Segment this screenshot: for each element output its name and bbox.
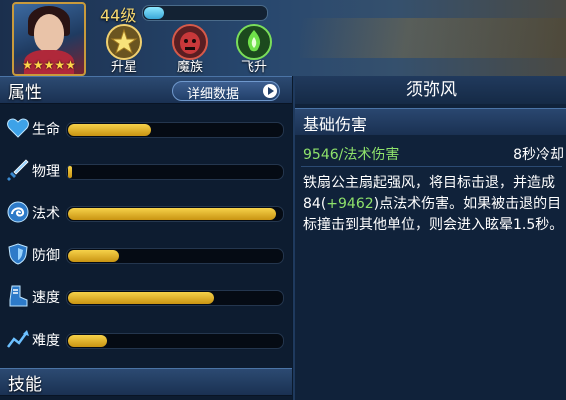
- attr-row-speed: 速度: [0, 281, 292, 311]
- skill-damage: 9546/法术伤害: [303, 147, 400, 163]
- star-upgrade-icon[interactable]: [106, 24, 142, 60]
- detail-data-label: 详细数据: [187, 87, 240, 102]
- attr-bar-fill: [68, 250, 119, 262]
- exp-bar: [142, 5, 268, 21]
- attr-bar-fill: [68, 208, 276, 220]
- attr-bar-fill: [68, 292, 214, 304]
- attr-label: 生命: [32, 122, 60, 138]
- star-upgrade-label: 升星: [110, 60, 137, 75]
- attributes-title: 属性: [8, 83, 42, 103]
- detail-data-button[interactable]: 详细数据: [172, 81, 280, 102]
- attr-row-difficulty: 难度: [0, 324, 292, 354]
- play-arrow-icon: [263, 84, 277, 98]
- attr-row-defense: 防御: [0, 239, 292, 269]
- attr-row-physical: 物理: [0, 155, 292, 185]
- hero-banner: ★★★★★ 44级 升星 魔族 飞升: [0, 0, 566, 76]
- skill-name: 须弥风: [295, 76, 566, 104]
- divider: [301, 166, 562, 167]
- base-damage-header: 基础伤害: [295, 108, 566, 135]
- attr-label: 物理: [32, 164, 60, 180]
- base-damage-title: 基础伤害: [303, 115, 368, 134]
- attr-row-hp: 生命: [0, 113, 292, 143]
- portrait-face: [34, 14, 64, 52]
- attr-label: 防御: [32, 248, 60, 264]
- sword-icon: [7, 159, 29, 181]
- demon-faction-label: 魔族: [176, 60, 203, 75]
- desc-highlight: +9462: [326, 196, 374, 212]
- demon-faction-icon[interactable]: [172, 24, 208, 60]
- ascend-label: 飞升: [240, 60, 267, 75]
- attr-row-magic: 法术: [0, 197, 292, 227]
- heart-icon: [7, 118, 29, 138]
- weapon-decoration: [300, 18, 566, 58]
- attr-bar-fill: [68, 124, 151, 136]
- difficulty-chart-icon: [7, 330, 29, 348]
- attr-bar: [66, 290, 284, 306]
- attributes-panel: 属性 详细数据 生命 物理 法术 防御 速度 难度 技能: [0, 76, 292, 400]
- skills-header[interactable]: 技能: [0, 368, 292, 396]
- ascend-flame-icon[interactable]: [236, 24, 272, 60]
- shield-icon: [8, 243, 28, 265]
- attributes-header: 属性 详细数据: [0, 76, 292, 104]
- attr-bar: [66, 164, 284, 180]
- skills-title: 技能: [8, 375, 42, 395]
- hero-stars: ★★★★★: [22, 58, 76, 72]
- magic-swirl-icon: [7, 201, 29, 223]
- attr-label: 法术: [32, 206, 60, 222]
- exp-bar-fill: [144, 7, 164, 19]
- attr-bar: [66, 122, 284, 138]
- attr-bar-fill: [68, 335, 107, 347]
- boot-icon: [9, 285, 28, 307]
- skill-description: 铁扇公主扇起强风，将目标击退，并造成84(+9462)点法术伤害。如果被击退的目…: [303, 173, 565, 236]
- attr-label: 速度: [32, 290, 60, 306]
- skill-cooldown: 8秒冷却: [513, 147, 564, 163]
- attr-bar: [66, 206, 284, 222]
- attr-bar: [66, 248, 284, 264]
- attr-bar: [66, 333, 284, 349]
- attr-bar-fill: [68, 166, 72, 178]
- hero-level: 44级: [100, 6, 137, 25]
- skill-detail-panel: 须弥风 基础伤害 9546/法术伤害 8秒冷却 铁扇公主扇起强风，将目标击退，并…: [293, 76, 566, 400]
- attr-label: 难度: [32, 333, 60, 349]
